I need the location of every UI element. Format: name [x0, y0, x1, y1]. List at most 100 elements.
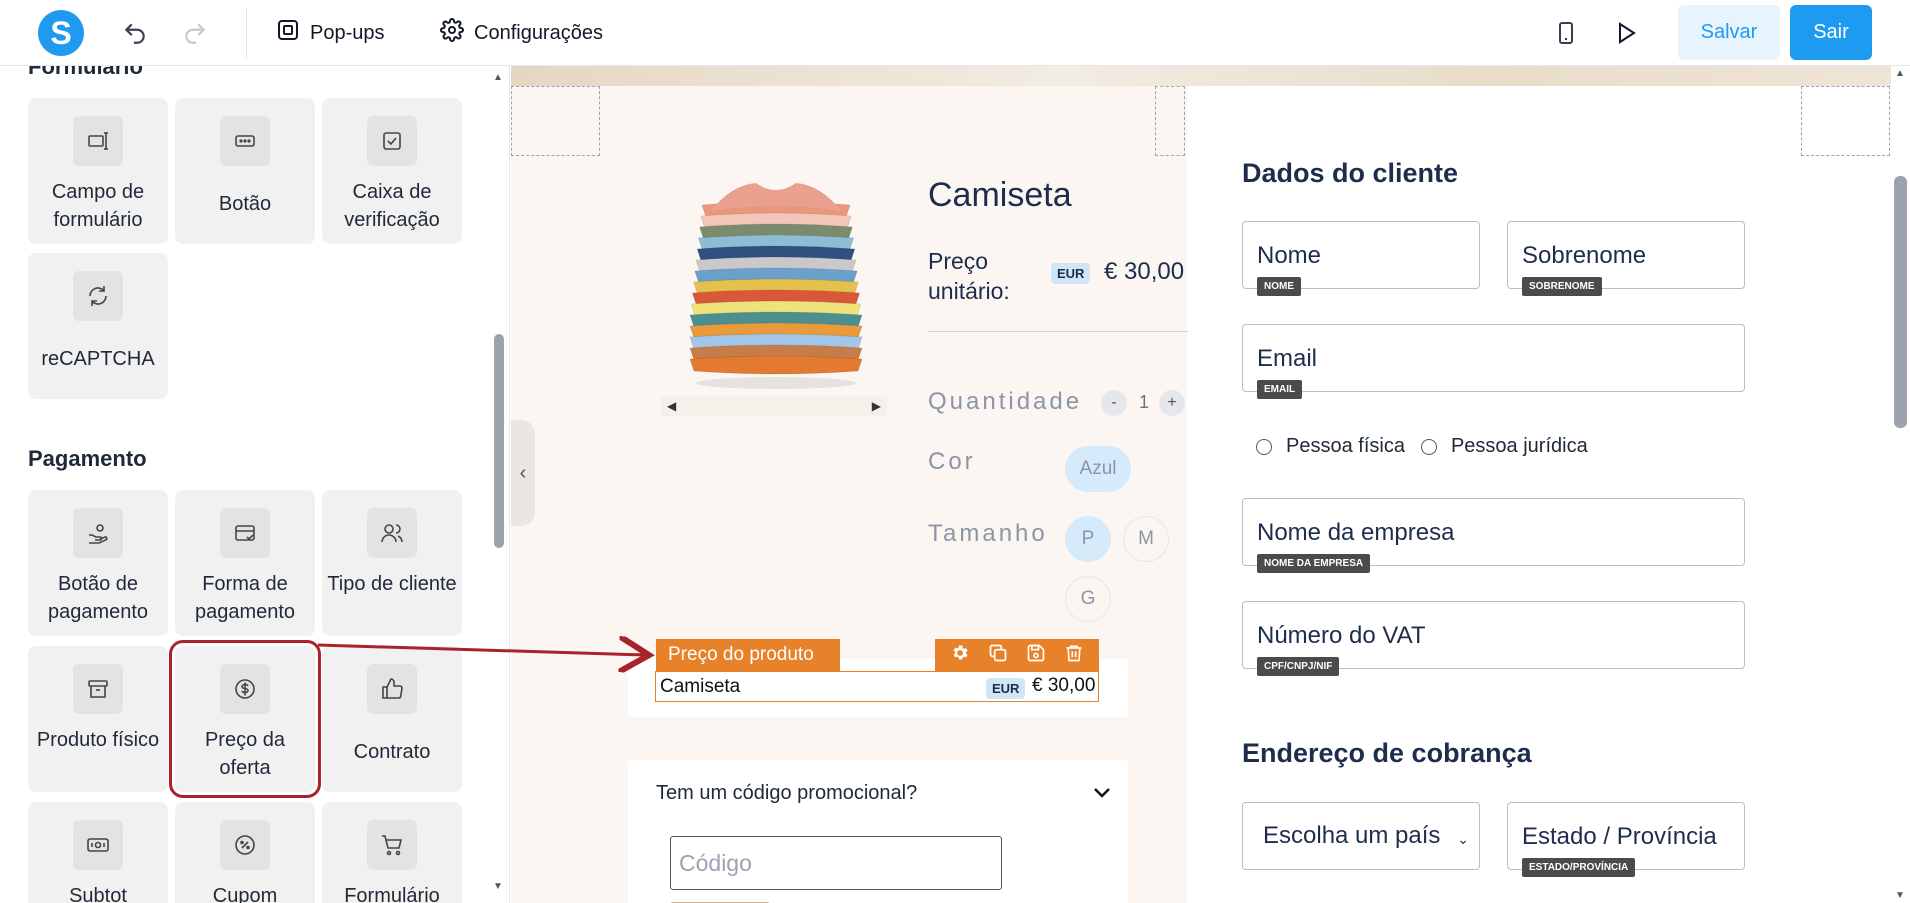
empty-slot[interactable] [511, 86, 600, 156]
tile-button[interactable]: Botão [175, 98, 315, 244]
carousel-prev-icon[interactable]: ◀ [667, 399, 676, 413]
component-price-value: € 30,00 [1032, 675, 1096, 696]
field-tag: CPF/CNPJ/NIF [1257, 657, 1340, 676]
tile-subtotal[interactable]: Subtot [28, 802, 168, 903]
billing-address-heading: Endereço de cobrança [1242, 738, 1532, 768]
tile-label: Formulário [344, 885, 440, 903]
gear-icon [440, 18, 464, 48]
thumbs-up-icon [367, 664, 417, 714]
banknote-icon [73, 820, 123, 870]
field-label: Número do VAT [1257, 622, 1426, 649]
section-title-payment: Pagamento [28, 446, 147, 471]
card-icon [220, 508, 270, 558]
tile-order-form[interactable]: Formulário [322, 802, 462, 903]
tile-recaptcha[interactable]: reCAPTCHA [28, 253, 168, 399]
popups-label: Pop-ups [310, 21, 385, 44]
carousel-next-icon[interactable]: ▶ [872, 399, 881, 413]
canvas-scroll-thumb[interactable] [1894, 176, 1907, 428]
field-label: Nome [1257, 242, 1322, 269]
play-preview-icon[interactable] [1611, 18, 1641, 48]
tile-label: Forma de pagamento [194, 573, 296, 623]
duplicate-icon[interactable] [988, 643, 1008, 668]
tile-label: Subtot [69, 885, 127, 903]
tile-checkbox[interactable]: Caixa de verificação [322, 98, 462, 244]
promo-code-toggle[interactable]: Tem um código promocional? [656, 782, 917, 805]
color-label: Cor [928, 448, 976, 475]
color-option-azul[interactable]: Azul [1065, 446, 1131, 492]
percent-icon [220, 820, 270, 870]
field-tag: SOBRENOME [1522, 277, 1602, 296]
button-icon [220, 116, 270, 166]
tile-payment-method[interactable]: Forma de pagamento [175, 490, 315, 636]
quantity-value: 1 [1139, 392, 1150, 412]
redo-icon[interactable] [180, 18, 210, 48]
tile-label: Preço da oferta [204, 729, 286, 779]
toolbar-divider [246, 8, 247, 58]
tile-label: Tipo de cliente [327, 573, 457, 595]
component-toolbar [935, 639, 1099, 671]
chevron-left-icon: ‹ [519, 461, 527, 484]
empty-slot[interactable] [1801, 86, 1890, 156]
tile-label: Produto físico [36, 729, 160, 751]
quantity-decrease-button[interactable]: - [1101, 390, 1127, 416]
radio-company[interactable] [1420, 438, 1437, 455]
empty-slot[interactable] [1155, 86, 1185, 156]
tile-physical-product[interactable]: Produto físico [28, 646, 168, 792]
tile-label: Campo de formulário [51, 181, 145, 231]
tile-payment-button[interactable]: Botão de pagamento [28, 490, 168, 636]
tile-contract[interactable]: Contrato [322, 646, 462, 792]
users-icon [367, 508, 417, 558]
company-name-field[interactable]: Nome da empresa NOME DA EMPRESA [1242, 498, 1745, 573]
radio-individual[interactable] [1256, 438, 1272, 455]
tile-label: Cupom [212, 885, 278, 903]
elements-sidebar: Formulário Campo de formulário Botão Cai… [0, 66, 510, 903]
tile-form-field[interactable]: Campo de formulário [28, 98, 168, 244]
field-tag: NOME DA EMPRESA [1257, 554, 1371, 573]
state-field[interactable]: Estado / Província ESTADO/PROVÍNCIA [1507, 802, 1745, 877]
size-option-m[interactable]: M [1123, 516, 1169, 562]
trash-icon[interactable] [1064, 643, 1084, 668]
tshirt-shadow [696, 377, 856, 389]
product-price-component[interactable]: Camiseta EUR € 30,00 [655, 671, 1099, 702]
cart-icon [367, 820, 417, 870]
first-name-field[interactable]: Nome NOME [1242, 221, 1480, 296]
save-button[interactable]: Salvar [1678, 5, 1780, 60]
radio-company-label: Pessoa jurídica [1450, 435, 1588, 457]
country-select[interactable]: Escolha um país ⌄ [1242, 802, 1480, 870]
tile-coupon[interactable]: Cupom [175, 802, 315, 903]
app-logo[interactable]: S [38, 10, 84, 56]
collapse-sidebar-button[interactable]: ‹ [511, 420, 535, 526]
product-image [671, 171, 881, 396]
tile-offer-price[interactable]: Preço da oferta [169, 640, 321, 798]
quantity-increase-button[interactable]: + [1159, 390, 1185, 416]
unit-price-value: € 30,00 [1104, 258, 1185, 285]
email-field[interactable]: Email EMAIL [1242, 324, 1745, 399]
quantity-label: Quantidade [928, 388, 1083, 415]
unit-price-label: Preço unitário: [928, 248, 1010, 304]
gear-icon[interactable] [950, 643, 970, 668]
field-label: Estado / Província [1522, 823, 1717, 850]
component-label[interactable]: Preço do produto [656, 639, 840, 671]
popups-menu[interactable]: Pop-ups [276, 18, 385, 48]
currency-badge: EUR [986, 678, 1026, 699]
undo-icon[interactable] [120, 18, 150, 48]
size-option-g[interactable]: G [1065, 576, 1111, 622]
tile-customer-type[interactable]: Tipo de cliente [322, 490, 462, 636]
size-option-p[interactable]: P [1065, 516, 1111, 562]
sidebar-scroll-thumb[interactable] [494, 334, 504, 548]
promo-code-section: Tem um código promocional? [628, 760, 1128, 903]
vat-number-field[interactable]: Número do VAT CPF/CNPJ/NIF [1242, 601, 1745, 676]
last-name-field[interactable]: Sobrenome SOBRENOME [1507, 221, 1745, 296]
exit-button[interactable]: Sair [1790, 5, 1872, 60]
tile-label: Contrato [353, 741, 431, 763]
settings-menu[interactable]: Configurações [440, 18, 603, 48]
tile-label: Botão de pagamento [47, 573, 149, 623]
promo-code-input[interactable] [670, 836, 1002, 890]
image-carousel-nav[interactable]: ◀ ▶ [661, 396, 887, 416]
mobile-preview-icon[interactable] [1551, 18, 1581, 48]
chevron-down-icon[interactable] [1090, 780, 1114, 809]
editor-canvas: ‹ ◀ ▶ Camiseta Preço unitário: EUR € 30,… [511, 66, 1910, 903]
field-label: Nome da empresa [1257, 519, 1455, 546]
save-icon[interactable] [1026, 643, 1046, 668]
currency-badge: EUR [1051, 263, 1091, 284]
